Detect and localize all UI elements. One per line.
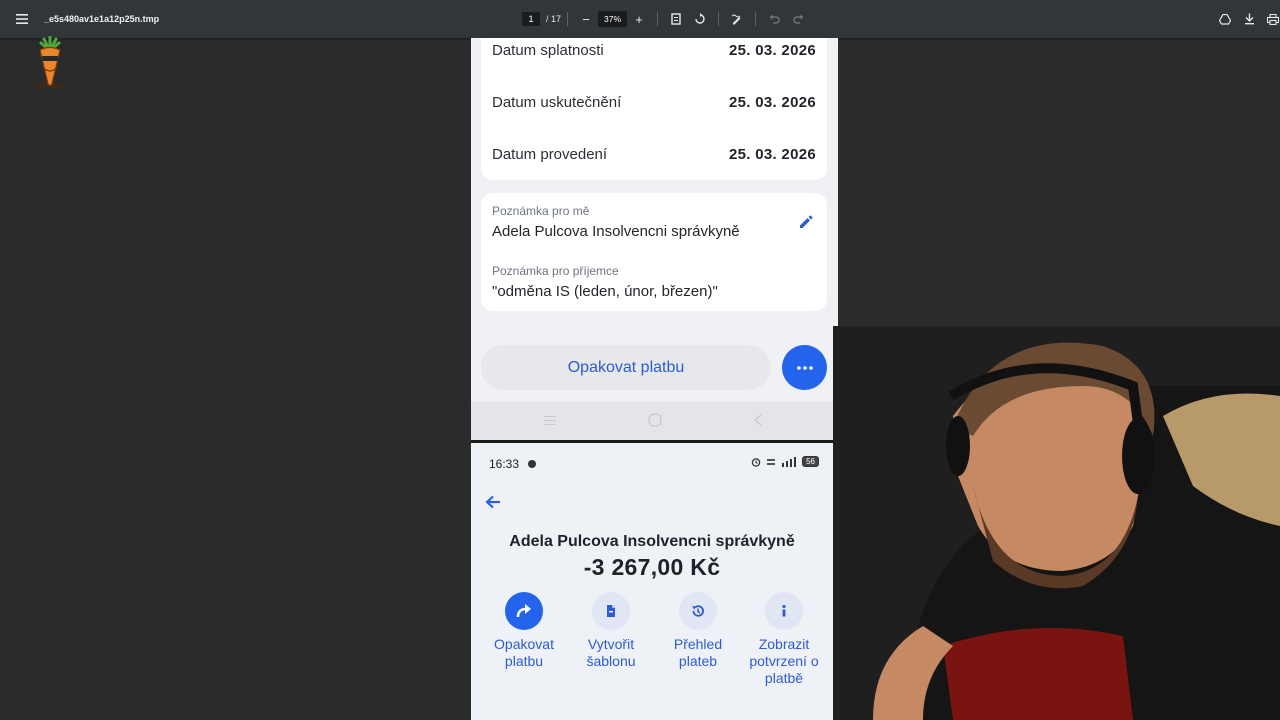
menu-icon[interactable] — [10, 7, 34, 31]
action-label: Zobrazit potvrzení o platbě — [749, 636, 819, 686]
repeat-payment-button[interactable]: Opakovat platbu — [481, 345, 771, 390]
back-icon[interactable] — [750, 412, 766, 428]
history-icon — [679, 592, 717, 630]
note-me-label: Poznámka pro mě — [492, 204, 590, 218]
date-value: 25. 03. 2026 — [728, 41, 816, 59]
carrot-logo — [28, 35, 72, 90]
payee-name: Adela Pulcova Insolvencni správkyně — [509, 533, 795, 550]
home-icon[interactable] — [647, 412, 663, 428]
notes-card: Poznámka pro mě Adela Pulcova Insolvencn… — [481, 193, 827, 311]
dates-card: Datum splatnosti 25. 03. 2026 Datum usku… — [481, 38, 827, 180]
redo-icon[interactable] — [786, 7, 810, 31]
template-icon — [592, 592, 630, 630]
battery-icon: 56 — [802, 456, 819, 467]
action-repeat-payment[interactable]: Opakovat platbu — [481, 592, 567, 670]
android-nav-bar — [471, 402, 838, 440]
page-total: / 17 — [546, 14, 562, 24]
page-number-input[interactable]: 1 — [522, 12, 540, 26]
recent-apps-icon[interactable] — [542, 412, 558, 428]
more-horizontal-icon[interactable] — [782, 345, 827, 390]
note-recipient-label: Poznámka pro příjemce — [492, 264, 619, 278]
date-row-realized: Datum uskutečnění 25. 03. 2026 — [492, 92, 816, 112]
zoom-in-button[interactable]: + — [627, 7, 651, 31]
toolbar-divider — [657, 12, 659, 26]
payment-amount: -3 267,00 Kč — [583, 554, 721, 580]
alarm-icon — [751, 457, 761, 467]
action-label: Opakovat platbu — [494, 636, 554, 669]
action-label: Vytvořit šablonu — [586, 636, 636, 669]
data-speed-icon — [767, 458, 776, 465]
document-title: _e5s480av1e1a12p25n.tmp — [44, 14, 160, 24]
note-recipient-value: "odměna IS (leden, únor, březen)" — [492, 283, 718, 300]
back-arrow-icon[interactable] — [485, 495, 501, 509]
webcam-overlay — [833, 326, 1280, 720]
payment-detail-screenshot: Datum splatnosti 25. 03. 2026 Datum usku… — [471, 38, 838, 440]
toolbar-divider — [718, 12, 720, 26]
date-row-due: Datum splatnosti 25. 03. 2026 — [492, 40, 816, 60]
undo-icon[interactable] — [762, 7, 786, 31]
date-value: 25. 03. 2026 — [728, 93, 816, 111]
toolbar-divider — [755, 12, 757, 26]
date-value: 25. 03. 2026 — [728, 145, 816, 163]
date-label: Datum splatnosti — [492, 41, 604, 59]
annotate-icon[interactable] — [725, 7, 749, 31]
download-icon[interactable] — [1237, 7, 1261, 31]
transaction-screenshot: 16:33 56 Adela Pulcova Insolvencni správ… — [471, 443, 833, 720]
zoom-input[interactable]: 37% — [598, 11, 628, 27]
rotate-icon[interactable] — [688, 7, 712, 31]
action-create-template[interactable]: Vytvořit šablonu — [568, 592, 654, 670]
date-label: Datum uskutečnění — [492, 93, 622, 111]
print-icon[interactable] — [1261, 7, 1280, 31]
pdf-toolbar: _e5s480av1e1a12p25n.tmp 1 / 17 − 37% + — [0, 0, 1280, 38]
action-payment-overview[interactable]: Přehled plateb — [655, 592, 741, 670]
repeat-arrow-icon — [505, 592, 543, 630]
fit-page-icon[interactable] — [664, 7, 688, 31]
action-show-confirmation[interactable]: Zobrazit potvrzení o platbě — [741, 592, 827, 687]
toolbar-divider — [567, 12, 569, 26]
note-me-value: Adela Pulcova Insolvencni správkyně — [492, 223, 740, 240]
zoom-out-button[interactable]: − — [574, 7, 598, 31]
notification-icon — [528, 460, 536, 468]
drive-icon[interactable] — [1213, 7, 1237, 31]
info-icon — [765, 592, 803, 630]
status-icons: 56 — [751, 456, 819, 467]
date-label: Datum provedení — [492, 145, 608, 163]
edit-pencil-icon[interactable] — [797, 213, 815, 231]
date-row-executed: Datum provedení 25. 03. 2026 — [492, 144, 816, 164]
status-time: 16:33 — [489, 457, 520, 471]
signal-icon — [782, 456, 797, 467]
action-label: Přehled plateb — [673, 636, 723, 669]
